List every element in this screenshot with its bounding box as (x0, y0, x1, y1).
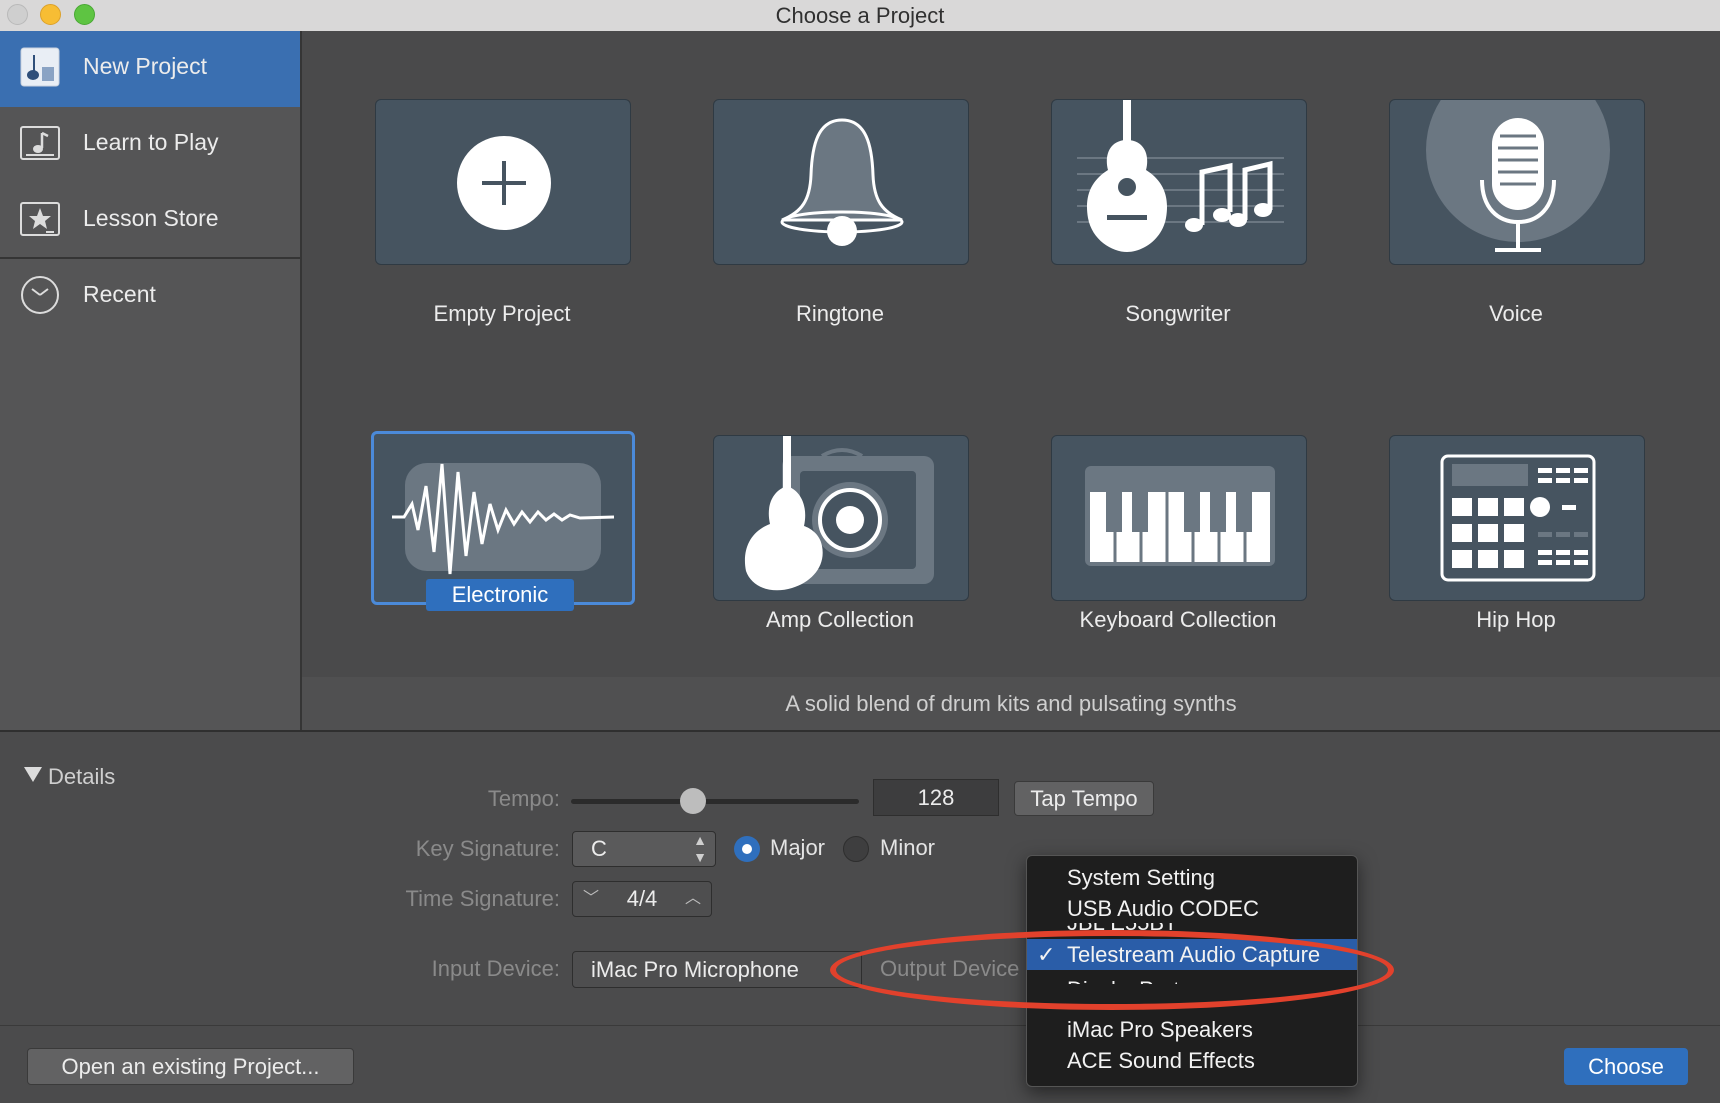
tempo-slider-track[interactable] (571, 799, 859, 804)
project-tile-songwriter[interactable] (1051, 99, 1307, 265)
menu-item-usb-audio-codec[interactable]: USB Audio CODEC (1027, 893, 1357, 924)
project-tile-voice[interactable] (1389, 99, 1645, 265)
chevron-down-icon[interactable]: ﹀ (583, 882, 599, 916)
bell-icon (780, 118, 904, 246)
tempo-field[interactable]: 128 (873, 779, 999, 816)
drum-machine-icon (1440, 454, 1596, 582)
music-note-icon (20, 126, 60, 160)
disclosure-triangle-icon (24, 767, 42, 782)
project-label: Voice (1489, 301, 1543, 326)
tempo-label: Tempo: (487, 786, 560, 811)
project-tile-hip-hop[interactable] (1389, 435, 1645, 601)
project-label: Hip Hop (1476, 607, 1556, 632)
time-signature-value: 4/4 (626, 886, 658, 911)
project-tile-ringtone[interactable] (713, 99, 969, 265)
open-existing-project-button[interactable]: Open an existing Project... (27, 1048, 354, 1085)
project-grid: Empty Project Ringtone Songwriter Voice … (302, 31, 1720, 677)
sidebar-item-label: Learn to Play (83, 129, 219, 155)
key-signature-value: C (591, 836, 607, 861)
time-signature-label: Time Signature: (405, 886, 560, 911)
chevron-up-icon[interactable]: ︿ (685, 882, 701, 916)
menu-item-ace-sound-effects[interactable]: ACE Sound Effects (1027, 1045, 1357, 1076)
project-description: A solid blend of drum kits and pulsating… (785, 691, 1237, 716)
major-label: Major (770, 835, 826, 860)
new-project-icon (20, 47, 60, 87)
window-title: Choose a Project (775, 3, 945, 28)
sidebar-item-new-project[interactable]: New Project (0, 31, 300, 107)
plus-icon (457, 136, 551, 230)
guitar-notes-icon (1077, 100, 1284, 252)
key-signature-select[interactable]: C ▲ ▼ (572, 831, 716, 867)
minor-label: Minor (880, 835, 936, 860)
sidebar-item-learn-to-play[interactable]: Learn to Play (0, 107, 300, 183)
sidebar: New Project Learn to Play Lesson Store R… (0, 31, 302, 731)
project-tile-empty-project[interactable] (375, 99, 631, 265)
annotation-highlight-oval (830, 930, 1394, 1010)
waveform-icon (392, 463, 615, 575)
project-label: Ringtone (795, 301, 885, 326)
details-disclosure[interactable]: Details (24, 764, 115, 790)
stepper-arrows-icon: ▲ ▼ (693, 832, 707, 865)
piano-keys-icon (1085, 466, 1275, 566)
details-label: Details (48, 764, 116, 789)
footer: Open an existing Project... Choose (0, 1025, 1720, 1103)
clock-icon (21, 276, 59, 314)
sidebar-item-label: New Project (83, 53, 207, 79)
guitar-amp-icon (744, 436, 934, 591)
project-label-selected: Electronic (426, 579, 574, 611)
description-bar: A solid blend of drum kits and pulsating… (302, 677, 1720, 731)
time-signature-stepper[interactable]: ﹀ 4/4 ︿ (572, 881, 712, 917)
star-icon (20, 202, 60, 236)
tap-tempo-button[interactable]: Tap Tempo (1014, 781, 1154, 816)
tempo-slider-knob[interactable] (680, 788, 706, 814)
sidebar-item-lesson-store[interactable]: Lesson Store (0, 183, 300, 259)
sidebar-item-label: Recent (83, 281, 156, 307)
major-radio[interactable] (734, 836, 760, 862)
project-tile-amp-collection[interactable] (713, 435, 969, 601)
project-label: Empty Project (433, 301, 571, 326)
microphone-icon (1426, 100, 1610, 252)
project-label: Amp Collection (766, 607, 914, 632)
project-label: Keyboard Collection (1079, 607, 1277, 632)
title-bar: Choose a Project (0, 0, 1720, 32)
input-device-select[interactable]: iMac Pro Microphone (572, 951, 862, 988)
sidebar-item-recent[interactable]: Recent (0, 259, 300, 335)
key-signature-label: Key Signature: (415, 836, 560, 861)
menu-item-system-setting[interactable]: System Setting (1027, 862, 1357, 893)
project-tile-keyboard-collection[interactable] (1051, 435, 1307, 601)
menu-item-imac-pro-speakers[interactable]: iMac Pro Speakers (1027, 1014, 1357, 1045)
sidebar-item-label: Lesson Store (83, 205, 219, 231)
minor-radio[interactable] (843, 836, 869, 862)
input-device-label: Input Device: (431, 956, 560, 981)
project-label: Songwriter (1125, 301, 1231, 326)
choose-button[interactable]: Choose (1564, 1048, 1688, 1085)
